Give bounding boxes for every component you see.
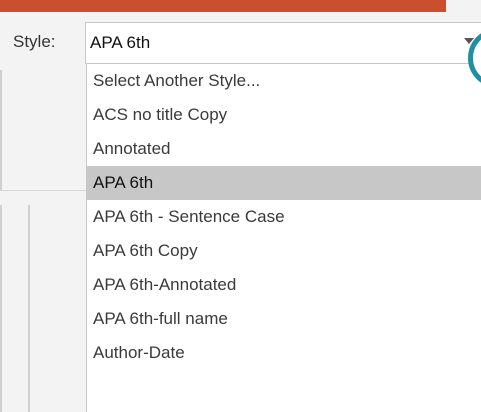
style-panel: Style: APA 6th Select Another Style... A… <box>0 0 481 412</box>
style-option-annotated[interactable]: Annotated <box>87 132 481 166</box>
style-option-apa-6th[interactable]: APA 6th <box>87 166 481 200</box>
panel-divider <box>0 190 86 191</box>
panel-border-left-lower <box>0 205 2 412</box>
style-dropdown[interactable]: APA 6th <box>85 22 481 64</box>
panel-border-left <box>0 70 2 190</box>
style-option-apa-6th-full-name[interactable]: APA 6th-full name <box>87 302 481 336</box>
selected-style-value: APA 6th <box>90 33 151 52</box>
style-option-apa-6th-sentence-case[interactable]: APA 6th - Sentence Case <box>87 200 481 234</box>
style-options-list: Select Another Style... ACS no title Cop… <box>86 64 481 412</box>
style-option-apa-6th-copy[interactable]: APA 6th Copy <box>87 234 481 268</box>
vertical-divider <box>28 205 30 412</box>
style-option-select-another[interactable]: Select Another Style... <box>87 64 481 98</box>
style-option-acs-no-title-copy[interactable]: ACS no title Copy <box>87 98 481 132</box>
top-accent-bar <box>0 0 446 12</box>
style-option-author-date[interactable]: Author-Date <box>87 336 481 370</box>
style-option-apa-6th-annotated[interactable]: APA 6th-Annotated <box>87 268 481 302</box>
style-label: Style: <box>13 32 56 51</box>
